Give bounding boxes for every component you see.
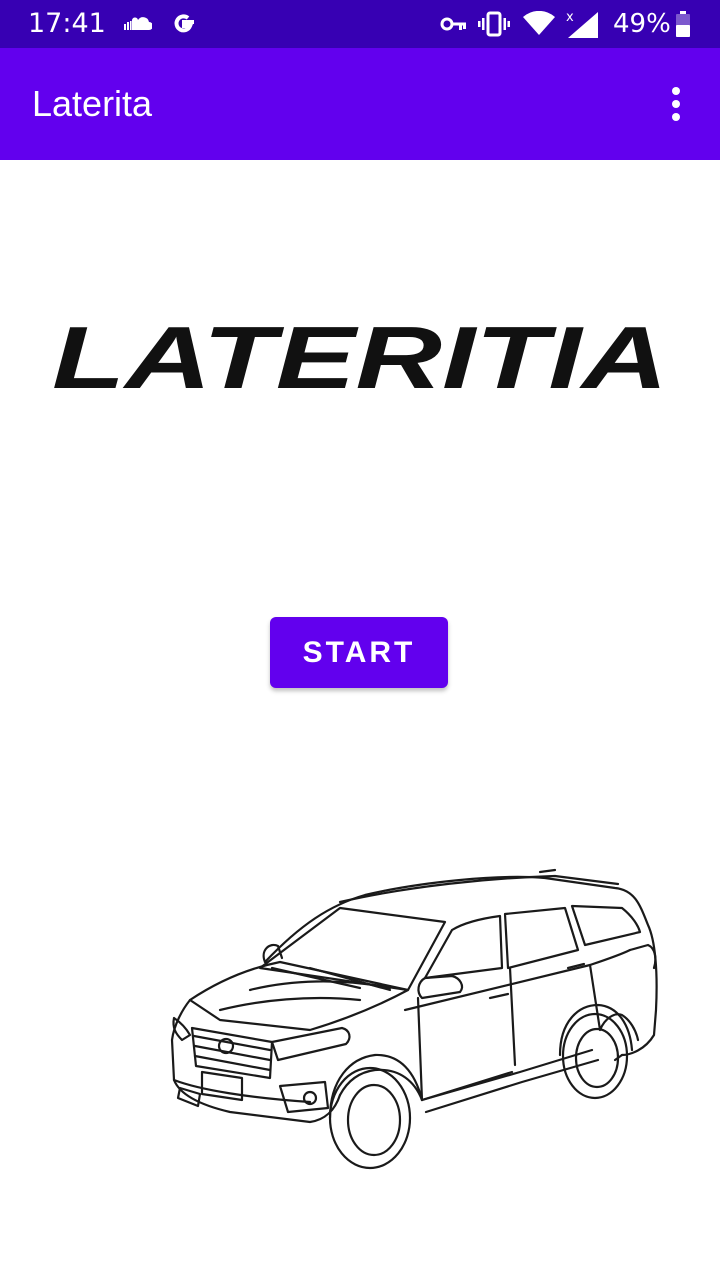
menu-dot <box>672 113 680 121</box>
car-illustration <box>160 850 670 1180</box>
overflow-menu-icon[interactable] <box>652 80 700 128</box>
logo-text: LATERITIA <box>52 322 668 398</box>
lateritia-logo: LATERITIA <box>48 308 672 407</box>
vibrate-icon <box>478 0 510 48</box>
google-g-icon <box>170 0 198 48</box>
menu-dot <box>672 87 680 95</box>
start-button[interactable]: START <box>270 617 448 688</box>
vpn-key-icon <box>440 0 468 48</box>
status-bar: 17:41 x 49% <box>0 0 720 48</box>
battery-icon <box>676 0 690 48</box>
svg-text:x: x <box>566 10 574 25</box>
menu-dot <box>672 100 680 108</box>
soundcloud-icon <box>122 0 152 48</box>
status-time: 17:41 <box>28 8 106 39</box>
signal-icon: x <box>566 0 600 48</box>
battery-percent: 49% <box>613 9 671 39</box>
app-title: Laterita <box>32 83 153 124</box>
wifi-icon <box>522 0 556 48</box>
app-bar: Laterita <box>0 48 720 160</box>
